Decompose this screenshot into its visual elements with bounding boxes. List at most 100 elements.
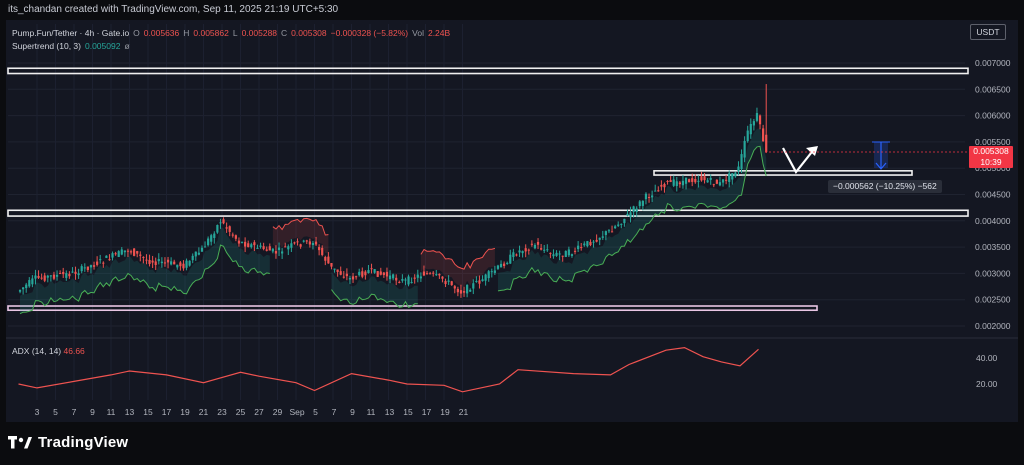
candle-body[interactable] [203,246,207,248]
candle-body[interactable] [678,182,681,185]
candle-body[interactable] [552,254,555,257]
candle-body[interactable] [758,115,762,125]
candle-body[interactable] [46,275,49,278]
candle-body[interactable] [253,242,256,246]
candle-body[interactable] [200,247,204,252]
candle-body[interactable] [438,273,441,276]
candle-body[interactable] [487,271,490,279]
candle-body[interactable] [287,246,290,250]
candle-body[interactable] [419,276,422,279]
candle-body[interactable] [308,241,311,245]
candle-body[interactable] [647,196,651,198]
candle-body[interactable] [188,260,191,266]
candle-body[interactable] [355,276,358,278]
candle-body[interactable] [472,283,475,289]
zone-box[interactable] [7,67,969,75]
candle-body[interactable] [83,267,86,269]
candle-body[interactable] [681,180,685,186]
candle-body[interactable] [746,130,749,142]
candle-body[interactable] [752,121,755,126]
candle-body[interactable] [330,263,333,267]
candle-body[interactable] [213,233,216,238]
candle-body[interactable] [462,291,466,293]
candle-body[interactable] [749,124,752,135]
candle-body[interactable] [623,218,626,224]
candle-body[interactable] [395,277,398,281]
candle-body[interactable] [444,281,447,285]
candle-body[interactable] [515,254,518,256]
candle-body[interactable] [185,260,188,268]
candle-body[interactable] [410,282,413,284]
candle-body[interactable] [302,240,305,242]
candle-body[interactable] [364,271,367,276]
candle-body[interactable] [318,247,321,251]
candle-body[interactable] [595,239,598,242]
indicator-row[interactable]: Supertrend (10, 3) 0.005092 ø [12,39,450,52]
candle-body[interactable] [86,266,89,271]
candle-body[interactable] [373,269,376,273]
candle-body[interactable] [182,263,185,269]
candle-body[interactable] [731,173,734,180]
candle-body[interactable] [89,265,93,268]
candle-body[interactable] [626,213,629,216]
candle-body[interactable] [503,263,506,266]
candle-body[interactable] [450,281,453,286]
candle-body[interactable] [179,262,182,267]
candle-body[interactable] [765,134,768,152]
candle-body[interactable] [43,275,46,281]
currency-button[interactable]: USDT [970,24,1006,40]
candle-body[interactable] [305,240,308,242]
candle-body[interactable] [379,271,382,275]
candle-body[interactable] [558,253,561,255]
zone-box[interactable] [7,209,969,217]
candle-body[interactable] [546,249,549,251]
candle-body[interactable] [755,113,759,121]
candle-body[interactable] [743,140,746,158]
candle-body[interactable] [721,179,725,183]
candle-body[interactable] [540,248,543,250]
symbol-title[interactable]: Pump.Fun/Tether · 4h · Gate.io [12,28,129,38]
candle-body[interactable] [80,266,83,272]
candle-body[interactable] [425,273,429,275]
candle-body[interactable] [92,265,96,267]
candle-body[interactable] [401,278,404,281]
candle-body[interactable] [108,259,111,261]
candle-body[interactable] [712,184,715,186]
candle-body[interactable] [49,275,52,277]
candle-body[interactable] [71,271,74,273]
candle-body[interactable] [691,178,694,182]
candle-body[interactable] [277,247,281,251]
candle-body[interactable] [404,279,407,281]
candle-body[interactable] [478,280,481,284]
candle-body[interactable] [651,195,654,198]
candle-body[interactable] [173,261,176,265]
candle-body[interactable] [413,277,416,279]
candle-body[interactable] [530,243,533,245]
candle-body[interactable] [737,166,740,171]
candle-body[interactable] [176,264,179,268]
candle-body[interactable] [40,277,43,279]
candle-body[interactable] [145,259,148,261]
candle-body[interactable] [456,288,459,293]
candle-body[interactable] [669,180,672,182]
candle-body[interactable] [120,249,123,255]
candle-body[interactable] [228,226,231,232]
indicator-name[interactable]: Supertrend (10, 3) [12,41,81,51]
candle-body[interactable] [237,240,241,244]
candle-body[interactable] [65,273,68,278]
candle-body[interactable] [734,172,737,177]
candle-body[interactable] [314,241,318,245]
candle-body[interactable] [703,176,706,181]
candle-body[interactable] [274,251,278,254]
candle-body[interactable] [644,193,648,200]
candle-body[interactable] [166,259,170,263]
candle-body[interactable] [700,176,703,181]
candle-body[interactable] [407,276,410,285]
candle-body[interactable] [549,252,552,254]
candle-body[interactable] [348,278,352,280]
candle-body[interactable] [570,254,574,256]
candle-body[interactable] [105,255,108,258]
candle-body[interactable] [506,262,509,264]
candle-body[interactable] [99,259,102,261]
candle-body[interactable] [654,190,657,192]
